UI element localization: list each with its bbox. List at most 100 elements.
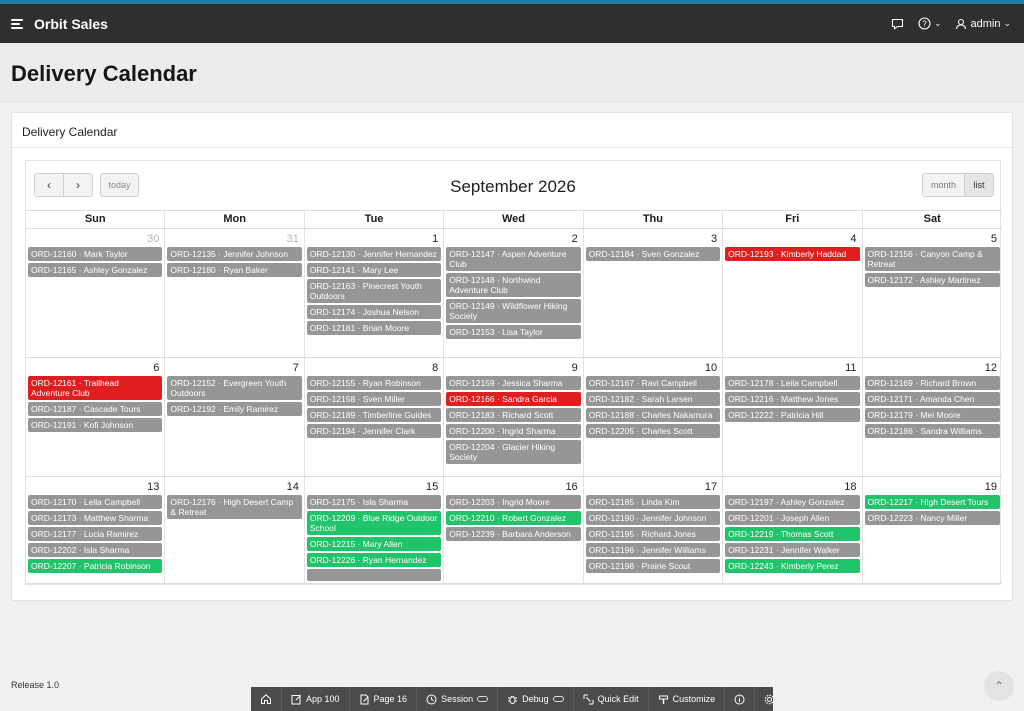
day-number[interactable]: 12	[863, 358, 1002, 376]
day-cell[interactable]: 7 ORD-12152 · Evergreen Youth Outdoors ORD…	[165, 358, 305, 476]
calendar-event[interactable]: ORD-12165 · Ashley Gonzalez	[28, 263, 163, 277]
calendar-event[interactable]: ORD-12182 · Sarah Larsen	[585, 392, 721, 406]
help-menu-button[interactable]: ? ⌄	[918, 17, 941, 30]
calendar-event[interactable]: ORD-12152 · Evergreen Youth Outdoors	[167, 376, 302, 400]
calendar-event[interactable]: ORD-12226 · Ryan Hernandez	[306, 553, 442, 567]
day-cell[interactable]: 2 ORD-12147 · Aspen Adventure Club ORD-121…	[444, 229, 584, 357]
app-name[interactable]: Orbit Sales	[34, 16, 108, 32]
customize-button[interactable]: Customize	[649, 687, 726, 711]
calendar-event[interactable]: ORD-12188 · Charles Nakamura	[585, 408, 721, 422]
day-cell[interactable]: 4 ORD-12193 · Kimberly Haddad	[723, 229, 863, 357]
calendar-event[interactable]: ORD-12201 · Joseph Allen	[725, 511, 860, 525]
today-button[interactable]: today	[100, 173, 139, 197]
prev-month-button[interactable]: ‹	[34, 173, 64, 197]
calendar-event[interactable]: ORD-12184 · Sven Gonzalez	[585, 247, 721, 261]
calendar-event[interactable]: ORD-12194 · Jennifer Clark	[306, 424, 442, 438]
day-cell[interactable]: 18 ORD-12197 · Ashley Gonzalez ORD-12201 ·…	[723, 477, 863, 583]
calendar-event[interactable]: ORD-12198 · Prairie Scout	[585, 559, 721, 573]
calendar-event[interactable]: ORD-12174 · Joshua Nelson	[306, 305, 442, 319]
day-cell[interactable]: 31 ORD-12135 · Jennifer Johnson ORD-12180 …	[165, 229, 305, 357]
day-cell[interactable]: 14 ORD-12176 · High Desert Camp & Retreat	[165, 477, 305, 583]
day-number[interactable]: 5	[863, 229, 1002, 247]
calendar-event[interactable]: ORD-12175 · Isla Sharma	[306, 495, 442, 509]
calendar-event[interactable]: ORD-12148 · Northwind Adventure Club	[446, 273, 581, 297]
calendar-event[interactable]: ORD-12196 · Jennifer Williams	[585, 543, 721, 557]
calendar-event[interactable]: ORD-12163 · Pinecrest Youth Outdoors	[306, 279, 442, 303]
calendar-event[interactable]: ORD-12205 · Charles Scott	[585, 424, 721, 438]
day-cell[interactable]: 5 ORD-12156 · Canyon Camp & Retreat ORD-12…	[863, 229, 1002, 357]
day-number[interactable]: 10	[584, 358, 722, 376]
day-number[interactable]: 6	[26, 358, 164, 376]
day-number[interactable]: 18	[723, 477, 861, 495]
app-button[interactable]: App 100	[282, 687, 350, 711]
calendar-event[interactable]: ORD-12200 · Ingrid Sharma	[446, 424, 581, 438]
calendar-event[interactable]: ORD-12219 · Thomas Scott	[725, 527, 860, 541]
day-number[interactable]: 11	[723, 358, 861, 376]
calendar-event[interactable]: ORD-12170 · Leila Campbell	[28, 495, 163, 509]
day-number[interactable]: 2	[444, 229, 582, 247]
day-cell[interactable]: 30 ORD-12160 · Mark Taylor ORD-12165 · Ash…	[26, 229, 166, 357]
calendar-event[interactable]: ORD-12215 · Mary Allen	[306, 537, 442, 551]
calendar-event[interactable]: ORD-12161 · Trailhead Adventure Club	[28, 376, 163, 400]
calendar-event[interactable]: ORD-12197 · Ashley Gonzalez	[725, 495, 860, 509]
calendar-event[interactable]: ORD-12141 · Mary Lee	[306, 263, 442, 277]
calendar-event[interactable]: ORD-12178 · Leila Campbell	[725, 376, 860, 390]
calendar-event[interactable]: ORD-12209 · Blue Ridge Outdoor School	[306, 511, 442, 535]
info-button[interactable]	[725, 687, 756, 711]
calendar-event[interactable]: ORD-12160 · Mark Taylor	[28, 247, 163, 261]
calendar-event[interactable]: ORD-12216 · Matthew Jones	[725, 392, 860, 406]
day-number[interactable]: 3	[584, 229, 722, 247]
calendar-event[interactable]: ORD-12191 · Kofi Johnson	[28, 418, 163, 432]
calendar-event[interactable]: ORD-12195 · Richard Jones	[585, 527, 721, 541]
user-menu-button[interactable]: admin ⌄	[955, 18, 1011, 30]
calendar-event[interactable]: ORD-12166 · Sandra Garcia	[446, 392, 581, 406]
day-number[interactable]: 17	[584, 477, 722, 495]
calendar-event[interactable]: ORD-12183 · Richard Scott	[446, 408, 581, 422]
calendar-event[interactable]: ORD-12223 · Nancy Miller	[864, 511, 1000, 525]
calendar-event[interactable]: ORD-12193 · Kimberly Haddad	[725, 247, 860, 261]
day-cell[interactable]: 10 ORD-12167 · Ravi Campbell ORD-12182 · S…	[584, 358, 724, 476]
day-number[interactable]: 9	[444, 358, 582, 376]
calendar-event[interactable]: ORD-12147 · Aspen Adventure Club	[446, 247, 581, 271]
calendar-event[interactable]	[306, 569, 442, 581]
calendar-event[interactable]: ORD-12180 · Ryan Baker	[167, 263, 302, 277]
calendar-event[interactable]: ORD-12207 · Patricia Robinson	[28, 559, 163, 573]
calendar-event[interactable]: ORD-12181 · Brian Moore	[306, 321, 442, 335]
calendar-event[interactable]: ORD-12185 · Linda Kim	[585, 495, 721, 509]
calendar-event[interactable]: ORD-12210 · Robert Gonzalez	[446, 511, 581, 525]
calendar-event[interactable]: ORD-12177 · Lucia Ramirez	[28, 527, 163, 541]
day-cell[interactable]: 3 ORD-12184 · Sven Gonzalez	[584, 229, 724, 357]
calendar-event[interactable]: ORD-12192 · Emily Ramirez	[167, 402, 302, 416]
calendar-event[interactable]: ORD-12243 · Kimberly Perez	[725, 559, 860, 573]
calendar-event[interactable]: ORD-12176 · High Desert Camp & Retreat	[167, 495, 302, 519]
day-cell[interactable]: 11 ORD-12178 · Leila Campbell ORD-12216 · …	[723, 358, 863, 476]
calendar-event[interactable]: ORD-12190 · Jennifer Johnson	[585, 511, 721, 525]
calendar-event[interactable]: ORD-12153 · Lisa Taylor	[446, 325, 581, 339]
day-cell[interactable]: 17 ORD-12185 · Linda Kim ORD-12190 · Jenni…	[584, 477, 724, 583]
day-number[interactable]: 4	[723, 229, 861, 247]
debug-button[interactable]: Debug	[498, 687, 574, 711]
calendar-event[interactable]: ORD-12159 · Jessica Sharma	[446, 376, 581, 390]
calendar-event[interactable]: ORD-12156 · Canyon Camp & Retreat	[864, 247, 1000, 271]
calendar-event[interactable]: ORD-12231 · Jennifer Walker	[725, 543, 860, 557]
calendar-event[interactable]: ORD-12149 · Wildflower Hiking Society	[446, 299, 581, 323]
day-number[interactable]: 15	[305, 477, 443, 495]
calendar-event[interactable]: ORD-12135 · Jennifer Johnson	[167, 247, 302, 261]
session-button[interactable]: Session	[417, 687, 499, 711]
calendar-event[interactable]: ORD-12217 · High Desert Tours	[864, 495, 1000, 509]
month-view-button[interactable]: month	[922, 173, 965, 197]
page-button[interactable]: Page 16	[350, 687, 418, 711]
settings-button[interactable]	[755, 687, 784, 711]
day-number[interactable]: 31	[165, 229, 303, 247]
day-number[interactable]: 30	[26, 229, 164, 247]
quick-edit-button[interactable]: Quick Edit	[574, 687, 649, 711]
calendar-event[interactable]: ORD-12189 · Timberline Guides	[306, 408, 442, 422]
calendar-event[interactable]: ORD-12239 · Barbara Anderson	[446, 527, 581, 541]
calendar-event[interactable]: ORD-12130 · Jennifer Hernandez	[306, 247, 442, 261]
list-view-button[interactable]: list	[964, 173, 994, 197]
day-number[interactable]: 16	[444, 477, 582, 495]
day-cell[interactable]: 15 ORD-12175 · Isla Sharma ORD-12209 · Blu…	[305, 477, 445, 583]
calendar-event[interactable]: ORD-12187 · Cascade Tours	[28, 402, 163, 416]
day-cell[interactable]: 1 ORD-12130 · Jennifer Hernandez ORD-12141…	[305, 229, 445, 357]
calendar-event[interactable]: ORD-12155 · Ryan Robinson	[306, 376, 442, 390]
